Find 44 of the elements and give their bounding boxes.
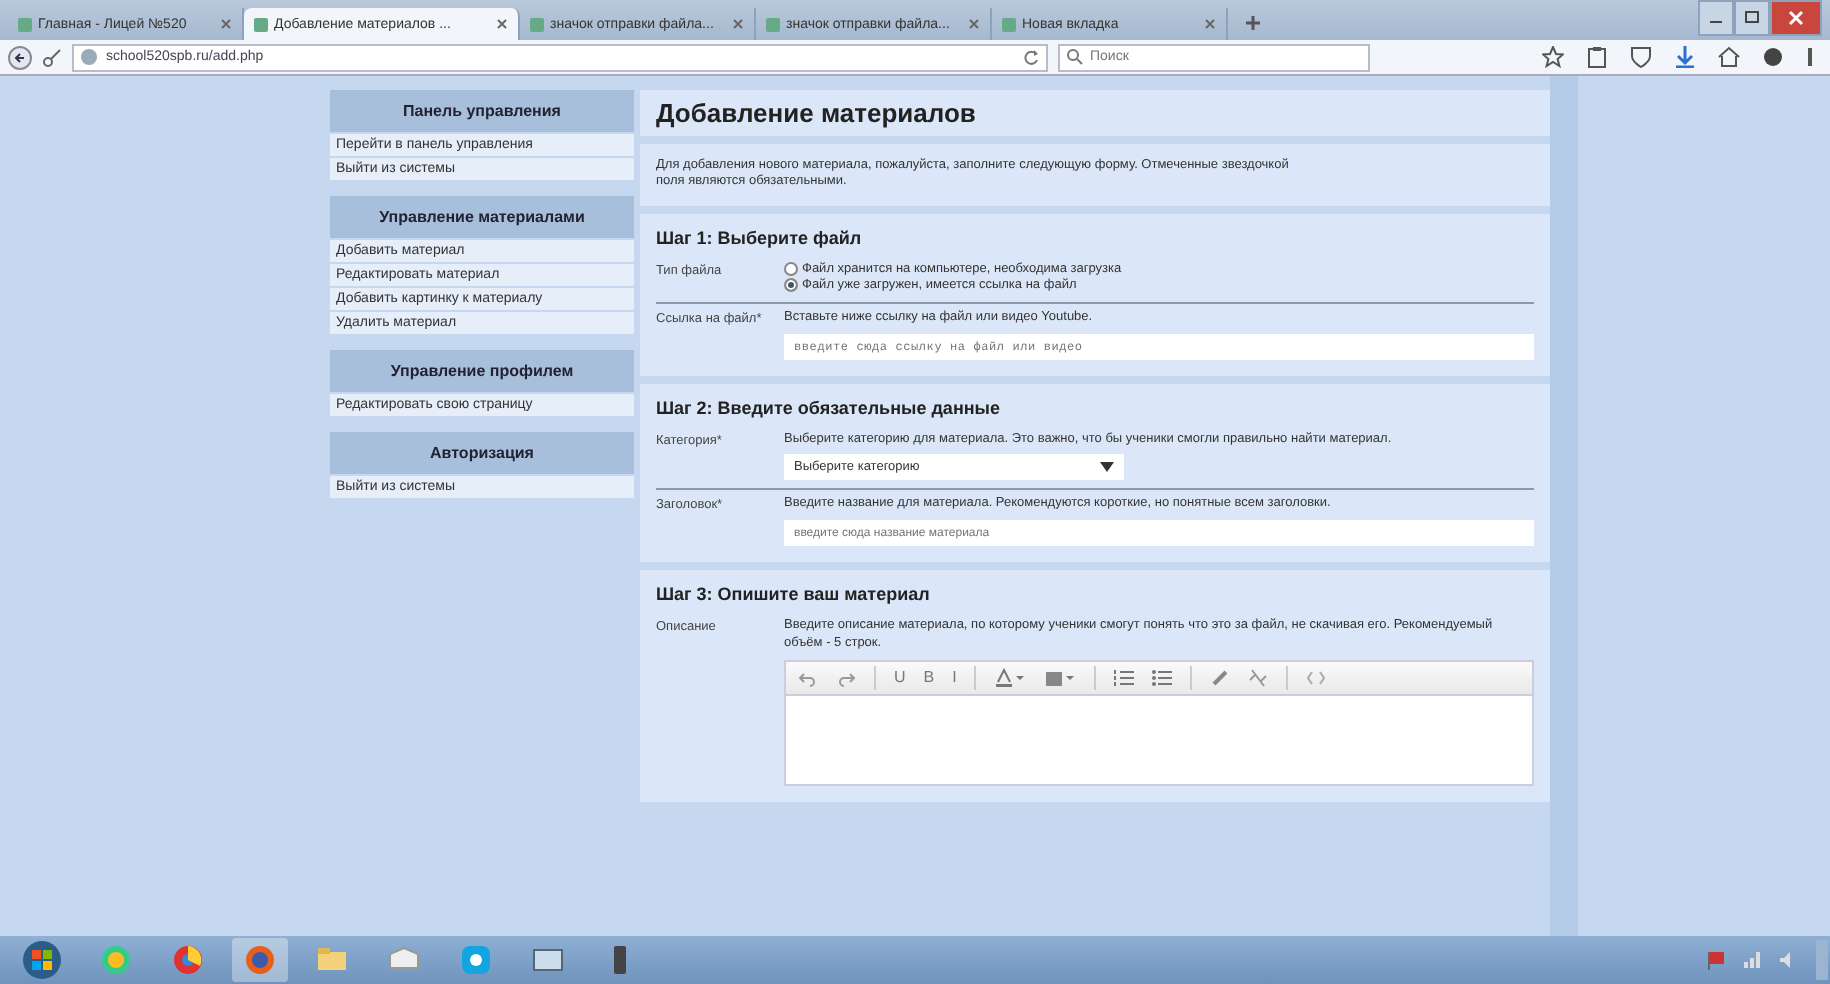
reload-icon[interactable] — [1022, 48, 1040, 66]
search-icon — [1066, 47, 1084, 65]
format-button[interactable]: B — [923, 667, 935, 688]
step-heading: Шаг 3: Опишите ваш материал — [656, 584, 932, 605]
menu-icon[interactable] — [1806, 46, 1814, 68]
radio-button[interactable] — [784, 261, 798, 276]
close-tab-icon[interactable] — [220, 18, 232, 30]
background-color-icon[interactable] — [1044, 667, 1077, 688]
section-heading: Управление профилем — [330, 350, 634, 392]
shield-icon[interactable] — [1630, 46, 1652, 68]
globe-icon — [80, 48, 98, 66]
undo-icon[interactable] — [798, 667, 818, 688]
close-tab-icon[interactable] — [968, 18, 980, 30]
format-button[interactable]: U — [894, 667, 906, 688]
redo-icon[interactable] — [836, 667, 856, 688]
radio-button[interactable] — [784, 277, 798, 292]
flag-icon[interactable] — [1706, 950, 1726, 970]
page-title: Добавление материалов — [656, 98, 978, 128]
maximize-icon[interactable] — [1734, 0, 1770, 36]
close-tab-icon[interactable] — [732, 18, 744, 30]
section-heading: Управление материалами — [330, 196, 634, 238]
text-color-icon[interactable] — [994, 667, 1027, 688]
clipboard-icon[interactable] — [1586, 46, 1608, 68]
network-icon[interactable] — [1742, 950, 1762, 970]
key-icon — [42, 47, 62, 67]
dropdown-arrow-icon — [1100, 462, 1114, 473]
close-tab-icon[interactable] — [1204, 18, 1216, 30]
close-icon[interactable] — [1770, 0, 1822, 36]
format-button[interactable]: I — [952, 667, 957, 688]
text-editor[interactable]: U B I — [784, 659, 1534, 786]
bullet-list-icon[interactable] — [1152, 667, 1173, 688]
star-icon[interactable] — [1542, 46, 1564, 68]
step-heading: Шаг 2: Введите обязательные данные — [656, 397, 1003, 418]
section-heading: Авторизация — [330, 432, 634, 474]
close-tab-icon[interactable] — [496, 18, 508, 30]
browser-app-icon[interactable] — [232, 938, 288, 982]
source-code-icon[interactable] — [1306, 667, 1327, 688]
new-tab-icon[interactable] — [1244, 14, 1262, 32]
step-heading: Шаг 1: Выберите файл — [656, 227, 864, 248]
numbered-list-icon[interactable] — [1114, 667, 1135, 688]
section-heading: Панель управления — [330, 90, 634, 132]
download-icon[interactable] — [1674, 46, 1696, 68]
home-icon[interactable] — [1718, 46, 1740, 68]
unlink-icon[interactable] — [1248, 667, 1269, 688]
